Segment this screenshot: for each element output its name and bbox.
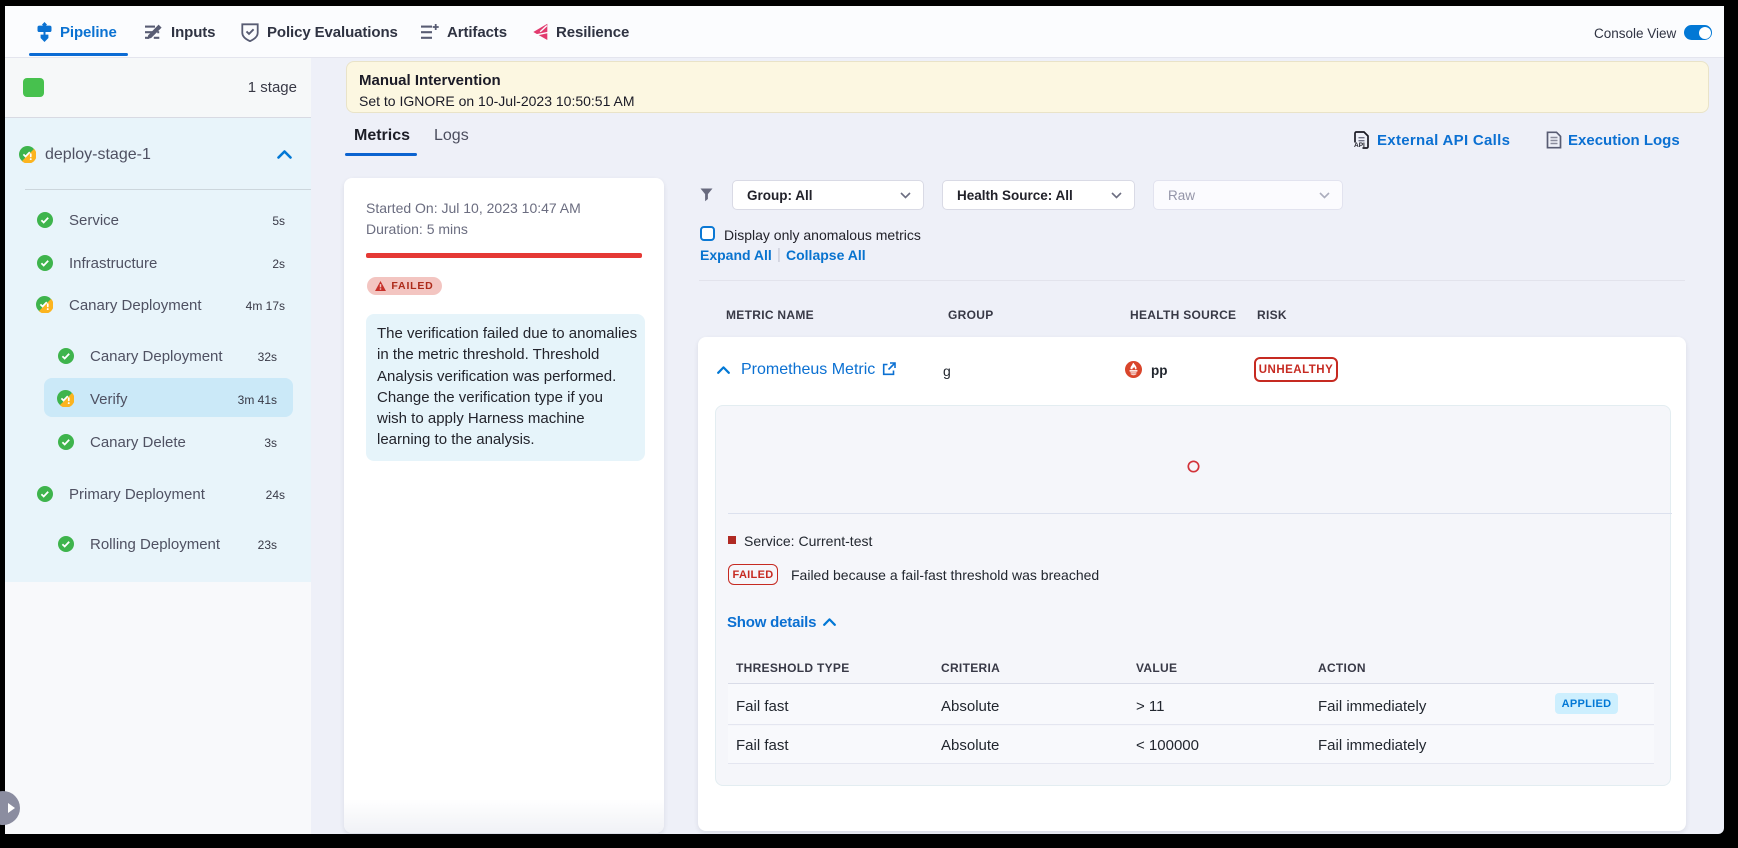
svg-text:API: API <box>1354 142 1365 149</box>
